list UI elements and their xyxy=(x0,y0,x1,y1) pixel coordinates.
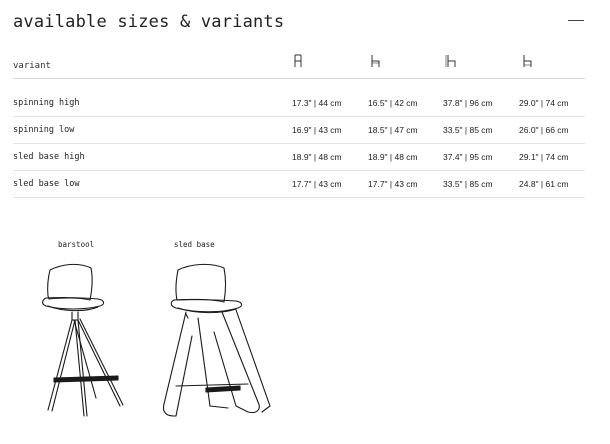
seat-height-value: 18.9" | 48 cm xyxy=(292,152,342,162)
table-row: spinning high 17.3" | 44 cm 16.5" | 42 c… xyxy=(13,89,585,117)
overall-height-icon xyxy=(445,55,456,67)
seat-depth-value: 17.7" | 43 cm xyxy=(368,179,418,189)
overall-height-value: 33.5" | 85 cm xyxy=(443,125,493,135)
seat-height-value: 17.3" | 44 cm xyxy=(292,98,342,108)
table-row: sled base high 18.9" | 48 cm 18.9" | 48 … xyxy=(13,143,585,171)
table-header: variant xyxy=(13,48,585,79)
collapse-icon[interactable] xyxy=(568,20,584,21)
seat-depth-value: 16.5" | 42 cm xyxy=(368,98,418,108)
overall-height-value: 37.8" | 96 cm xyxy=(443,98,493,108)
overall-height-value: 33.5" | 85 cm xyxy=(443,179,493,189)
seat-height-icon xyxy=(294,54,302,67)
barstool-drawing xyxy=(42,263,124,417)
variant-name: sled base low xyxy=(13,179,80,189)
overall-width-value: 26.0" | 66 cm xyxy=(519,125,569,135)
seat-height-value: 17.7" | 43 cm xyxy=(292,179,342,189)
variant-name: sled base high xyxy=(13,152,85,162)
seat-height-value: 16.9" | 43 cm xyxy=(292,125,342,135)
overall-width-value: 24.8" | 61 cm xyxy=(519,179,569,189)
table-row: sled base low 17.7" | 43 cm 17.7" | 43 c… xyxy=(13,170,585,198)
variant-column-header: variant xyxy=(13,61,51,71)
table-row: spinning low 16.9" | 43 cm 18.5" | 47 cm… xyxy=(13,116,585,144)
barstool-label: barstool xyxy=(58,240,95,249)
variant-name: spinning low xyxy=(13,125,75,135)
sled-base-label: sled base xyxy=(174,240,215,249)
section-title: available sizes & variants xyxy=(13,12,285,32)
overall-width-icon xyxy=(523,55,532,67)
overall-width-value: 29.1" | 74 cm xyxy=(519,152,569,162)
seat-depth-value: 18.9" | 48 cm xyxy=(368,152,418,162)
seat-depth-icon xyxy=(371,55,380,67)
overall-height-value: 37.4" | 95 cm xyxy=(443,152,493,162)
overall-width-value: 29.0" | 74 cm xyxy=(519,98,569,108)
sled-base-drawing xyxy=(162,263,271,417)
variant-name: spinning high xyxy=(13,98,80,108)
seat-depth-value: 18.5" | 47 cm xyxy=(368,125,418,135)
